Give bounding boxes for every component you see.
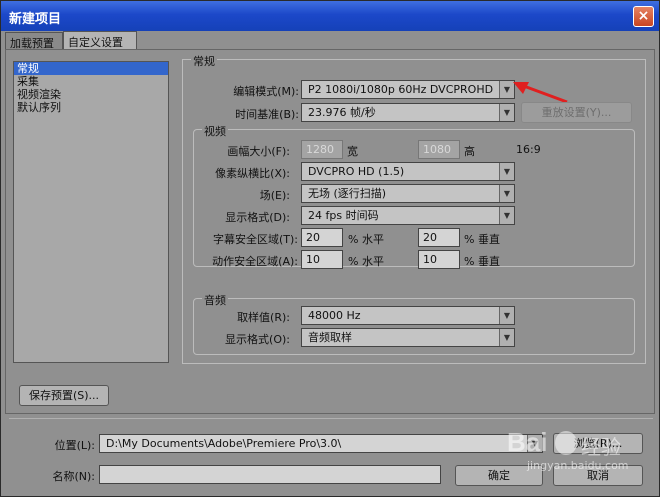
height-label: 高	[464, 145, 475, 158]
general-settings-panel: 常规 编辑模式(M): P2 1080i/1080p 60Hz DVCPROHD…	[182, 53, 646, 364]
pixel-aspect-label: 像素纵横比(X):	[215, 167, 290, 180]
new-project-dialog: 新建项目 × 加载预置 自定义设置 常规 采集 视频渲染 默认序列 常规 编辑模…	[0, 0, 660, 497]
audio-display-format-select[interactable]: 音频取样 ▼	[301, 328, 515, 347]
title-safe-vertical-unit: % 垂直	[464, 233, 500, 246]
video-display-format-value: 24 fps 时间码	[308, 209, 379, 222]
chevron-down-icon: ▼	[499, 104, 514, 121]
title-safe-horizontal-unit: % 水平	[348, 233, 384, 246]
watermark-brand2: 经验	[581, 435, 621, 459]
title-safe-label: 字幕安全区域(T):	[212, 233, 298, 246]
action-safe-horizontal-unit: % 水平	[348, 255, 384, 268]
title-bar[interactable]: 新建项目 ×	[1, 1, 659, 31]
pixel-aspect-select[interactable]: DVCPRO HD (1.5) ▼	[301, 162, 515, 181]
sample-rate-select[interactable]: 48000 Hz ▼	[301, 306, 515, 325]
sample-rate-value: 48000 Hz	[308, 309, 361, 322]
frame-height-field[interactable]: 1080	[418, 140, 460, 159]
sidebar-item-video-rendering[interactable]: 视频渲染	[14, 88, 168, 101]
audio-display-format-value: 音频取样	[308, 331, 352, 344]
chevron-down-icon: ▼	[499, 163, 514, 180]
tab-label: 自定义设置	[68, 36, 123, 49]
video-display-format-label: 显示格式(D):	[225, 211, 290, 224]
name-input[interactable]	[99, 465, 441, 484]
watermark-url: jingyan.baidu.com	[527, 459, 629, 472]
chevron-down-icon: ▼	[499, 329, 514, 346]
watermark: Bai 经验 jingyan.baidu.com	[489, 427, 649, 487]
audio-display-format-label: 显示格式(O):	[225, 333, 290, 346]
action-safe-label: 动作安全区域(A):	[212, 255, 298, 268]
fields-select[interactable]: 无场 (逐行扫描) ▼	[301, 184, 515, 203]
location-select[interactable]: D:\My Documents\Adobe\Premiere Pro\3.0\ …	[99, 434, 543, 453]
video-display-format-select[interactable]: 24 fps 时间码 ▼	[301, 206, 515, 225]
video-group-label: 视频	[202, 123, 228, 139]
timebase-select[interactable]: 23.976 帧/秒 ▼	[301, 103, 515, 122]
name-label: 名称(N):	[52, 470, 95, 483]
audio-group: 音频 取样值(R): 48000 Hz ▼ 显示格式(O): 音频取样 ▼	[193, 292, 635, 355]
sidebar-item-capture[interactable]: 采集	[14, 75, 168, 88]
settings-category-list[interactable]: 常规 采集 视频渲染 默认序列	[13, 61, 169, 363]
tab-load-preset[interactable]: 加载预置	[5, 32, 63, 50]
sidebar-item-default-sequence[interactable]: 默认序列	[14, 101, 168, 114]
paw-icon	[555, 431, 577, 455]
frame-size-label: 画幅大小(F):	[227, 145, 290, 158]
location-label: 位置(L):	[54, 439, 95, 452]
fields-label: 场(E):	[259, 189, 290, 202]
chevron-down-icon: ▼	[499, 307, 514, 324]
title-safe-vertical-field[interactable]: 20	[418, 228, 460, 247]
action-safe-horizontal-field[interactable]: 10	[301, 250, 343, 269]
edit-mode-label: 编辑模式(M):	[233, 85, 299, 98]
title-safe-horizontal-field[interactable]: 20	[301, 228, 343, 247]
replay-settings-button[interactable]: 重放设置(Y)...	[521, 102, 632, 123]
video-group: 视频 画幅大小(F): 1280 宽 1080 高 16:9 像素纵横比(X):…	[193, 123, 635, 269]
window-title: 新建项目	[9, 12, 62, 27]
aspect-ratio-text: 16:9	[516, 143, 541, 156]
chevron-down-icon: ▼	[499, 185, 514, 202]
edit-mode-select[interactable]: P2 1080i/1080p 60Hz DVCPROHD ▼	[301, 80, 515, 99]
action-safe-vertical-unit: % 垂直	[464, 255, 500, 268]
tab-custom-settings[interactable]: 自定义设置	[63, 31, 137, 50]
pixel-aspect-value: DVCPRO HD (1.5)	[308, 165, 405, 178]
action-safe-vertical-field[interactable]: 10	[418, 250, 460, 269]
edit-mode-value: P2 1080i/1080p 60Hz DVCPROHD	[308, 83, 494, 96]
general-group-label: 常规	[191, 53, 217, 69]
watermark-brand: Bai	[507, 427, 548, 457]
chevron-down-icon: ▼	[499, 207, 514, 224]
audio-group-label: 音频	[202, 292, 228, 308]
frame-width-field[interactable]: 1280	[301, 140, 343, 159]
timebase-value: 23.976 帧/秒	[308, 106, 376, 119]
close-icon: ×	[637, 8, 650, 24]
close-button[interactable]: ×	[633, 6, 654, 27]
sample-rate-label: 取样值(R):	[237, 311, 290, 324]
location-value: D:\My Documents\Adobe\Premiere Pro\3.0\	[106, 437, 342, 450]
sidebar-item-general[interactable]: 常规	[14, 62, 168, 75]
save-preset-button[interactable]: 保存预置(S)...	[19, 385, 109, 406]
width-label: 宽	[347, 145, 358, 158]
divider	[9, 418, 653, 419]
fields-value: 无场 (逐行扫描)	[308, 187, 387, 200]
timebase-label: 时间基准(B):	[235, 108, 299, 121]
